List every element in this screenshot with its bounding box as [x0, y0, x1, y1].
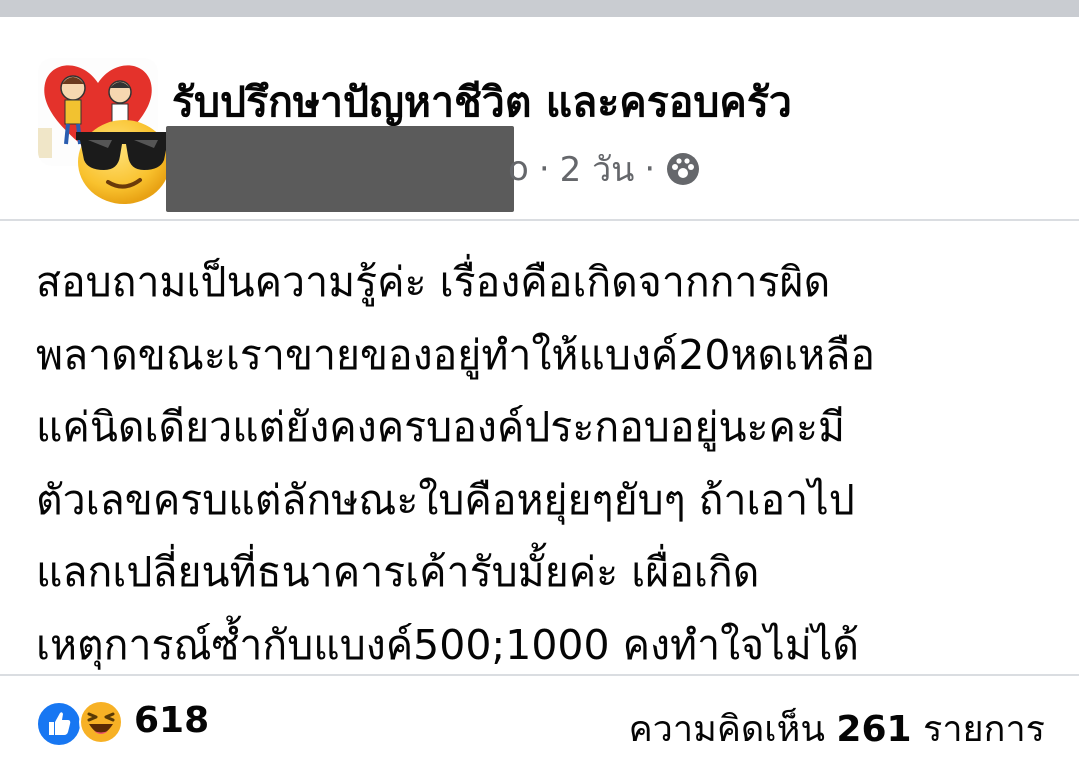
post-body: สอบถามเป็นความรู้ค่ะ เรื่องคือเกิดจากการ…: [36, 246, 1046, 681]
redacted-author-name: [166, 126, 514, 212]
haha-icon[interactable]: [78, 699, 124, 745]
post-line: แค่นิดเดียวแต่ยังคงครบองค์ประกอบอยู่นะคะ…: [36, 403, 845, 451]
comments-suffix: รายการ: [923, 709, 1045, 750]
like-icon[interactable]: [36, 701, 82, 747]
comments-count: 261: [836, 709, 912, 750]
public-groups-icon[interactable]: [665, 151, 701, 187]
reaction-count[interactable]: 618: [134, 700, 209, 741]
top-strip: [0, 0, 1079, 17]
comments-count-link[interactable]: ความคิดเห็น 261 รายการ: [629, 700, 1045, 757]
post-timestamp[interactable]: 2 วัน: [560, 142, 635, 196]
comments-label: ความคิดเห็น: [628, 709, 825, 750]
post-line: สอบถามเป็นความรู้ค่ะ เรื่องคือเกิดจากการ…: [36, 258, 831, 306]
post-line: พลาดขณะเราขายของอยู่ทำให้แบงค์20หดเหลือ: [36, 330, 875, 379]
post-meta: o · 2 วัน ·: [508, 142, 701, 196]
meta-separator: ·: [538, 149, 550, 189]
meta-separator: ·: [644, 149, 656, 189]
post-line: เหตุการณ์ซ้ำกับแบงค์500;1000 คงทำใจไม่ได…: [36, 620, 860, 669]
author-name-partial[interactable]: o: [508, 149, 529, 189]
header-divider: [0, 219, 1079, 221]
sunglasses-emoji-icon: [72, 110, 176, 206]
post-line: แลกเปลี่ยนที่ธนาคารเค้ารับมั้ยค่ะ เผื่อเ…: [36, 548, 760, 596]
post-line: ตัวเลขครบแต่ลักษณะใบคือหยุ่ยๆยับๆ ถ้าเอา…: [36, 475, 855, 524]
